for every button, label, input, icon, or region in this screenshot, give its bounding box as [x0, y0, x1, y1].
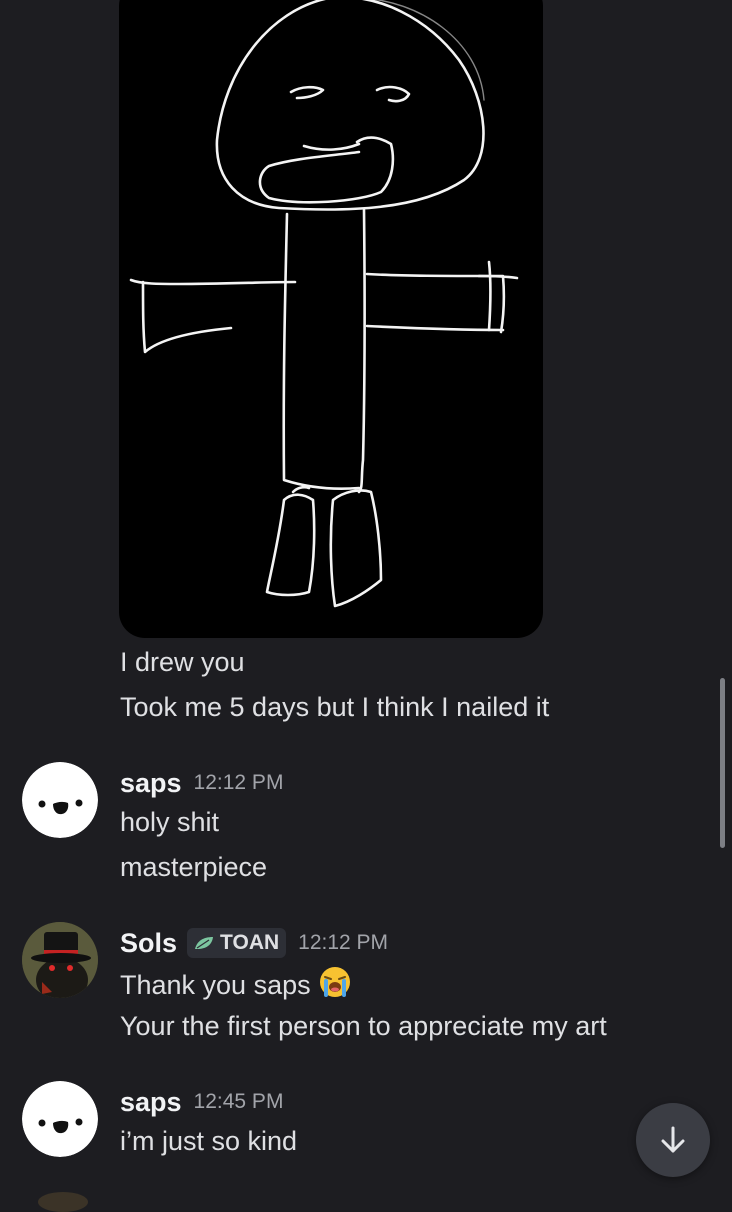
message-text: Took me 5 days but I think I nailed it — [120, 692, 550, 722]
message-text-span: Thank you saps — [120, 970, 311, 1000]
message-text: Thank you saps — [120, 965, 352, 1002]
message-header: Sols TOAN 12:12 PM — [120, 925, 388, 961]
scrollbar[interactable] — [720, 678, 725, 848]
top-hat-character-avatar — [22, 922, 98, 998]
username[interactable]: Sols — [120, 928, 177, 959]
loudly-crying-face-emoji — [320, 967, 351, 997]
chat-message-list[interactable]: I drew you Took me 5 days but I think I … — [0, 0, 732, 1212]
guild-tag[interactable]: TOAN — [187, 928, 287, 958]
stick-figure-drawing — [129, 0, 519, 608]
image-attachment[interactable] — [119, 0, 543, 638]
timestamp: 12:12 PM — [298, 931, 389, 954]
message-text: Your the first person to appreciate my a… — [120, 1011, 607, 1041]
username[interactable]: saps — [120, 1087, 182, 1118]
avatar[interactable] — [22, 922, 98, 998]
message-text: I drew you — [120, 647, 245, 677]
arrow-down-icon — [661, 1126, 685, 1153]
jump-to-present-button[interactable] — [636, 1103, 710, 1177]
smiley-face-avatar — [22, 1081, 98, 1157]
avatar-partial — [38, 1192, 88, 1212]
message-header: saps 12:45 PM — [120, 1084, 283, 1120]
leaf-icon — [195, 937, 214, 949]
username[interactable]: saps — [120, 768, 182, 799]
message-header: saps 12:12 PM — [120, 765, 283, 801]
message-text: i’m just so kind — [120, 1126, 298, 1156]
avatar[interactable] — [22, 1081, 98, 1157]
message-text: holy shit — [120, 807, 220, 837]
guild-tag-label: TOAN — [220, 931, 280, 954]
timestamp: 12:12 PM — [193, 771, 284, 794]
smiley-face-avatar — [22, 762, 98, 838]
timestamp: 12:45 PM — [193, 1090, 284, 1113]
message-text: masterpiece — [120, 852, 268, 882]
avatar[interactable] — [22, 762, 98, 838]
